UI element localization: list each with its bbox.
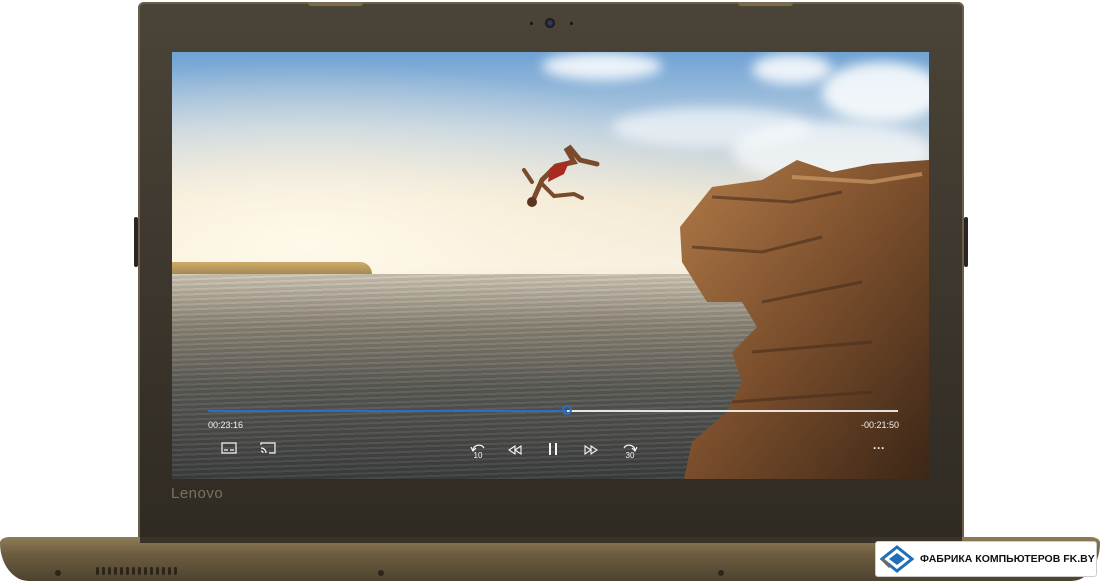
lid-notch-right — [738, 2, 793, 6]
sensor-dot-right — [570, 22, 573, 25]
distant-shore — [172, 262, 372, 274]
sensor-dot-left — [530, 22, 533, 25]
video-screen[interactable]: 00:23:16 -00:21:50 10 30 ··· — [172, 52, 929, 479]
watermark-text: ФАБРИКА КОМПЬЮТЕРОВ FK.BY — [920, 553, 1095, 565]
more-options-icon: ··· — [873, 441, 885, 455]
cloud — [752, 54, 832, 84]
foot — [718, 570, 724, 576]
seek-bar[interactable] — [208, 405, 898, 415]
seek-bar-thumb[interactable] — [561, 405, 572, 415]
fast-forward-button[interactable] — [582, 442, 600, 458]
side-button-left — [134, 217, 138, 267]
watermark: ФАБРИКА КОМПЬЮТЕРОВ FK.BY — [875, 541, 1097, 577]
time-remaining: -00:21:50 — [860, 420, 899, 430]
side-button-right — [964, 217, 968, 267]
diver-figure — [522, 144, 600, 207]
skip-forward-button[interactable]: 30 — [620, 440, 640, 462]
subtitles-icon — [221, 442, 237, 454]
lid-notch-left — [308, 2, 363, 6]
more-options-button[interactable]: ··· — [868, 440, 890, 456]
rewind-icon — [508, 445, 522, 455]
webcam-icon — [545, 18, 555, 28]
brand-logo: Lenovo — [171, 485, 224, 502]
skip-back-button[interactable]: 10 — [468, 440, 488, 462]
seek-bar-fill — [208, 410, 567, 412]
foot — [378, 570, 384, 576]
pause-button[interactable] — [544, 440, 562, 458]
foot — [55, 570, 61, 576]
watermark-logo-icon — [880, 545, 914, 573]
cast-icon — [260, 442, 276, 454]
speaker-vents — [96, 567, 177, 575]
skip-back-label: 10 — [473, 451, 483, 460]
hinge — [140, 537, 962, 543]
cloud — [542, 52, 662, 80]
time-elapsed: 00:23:16 — [208, 420, 244, 430]
skip-forward-label: 30 — [625, 451, 635, 460]
cast-button[interactable] — [258, 440, 278, 456]
subtitles-button[interactable] — [220, 440, 238, 456]
rewind-button[interactable] — [506, 442, 524, 458]
fast-forward-icon — [584, 445, 598, 455]
pause-icon — [549, 443, 557, 455]
